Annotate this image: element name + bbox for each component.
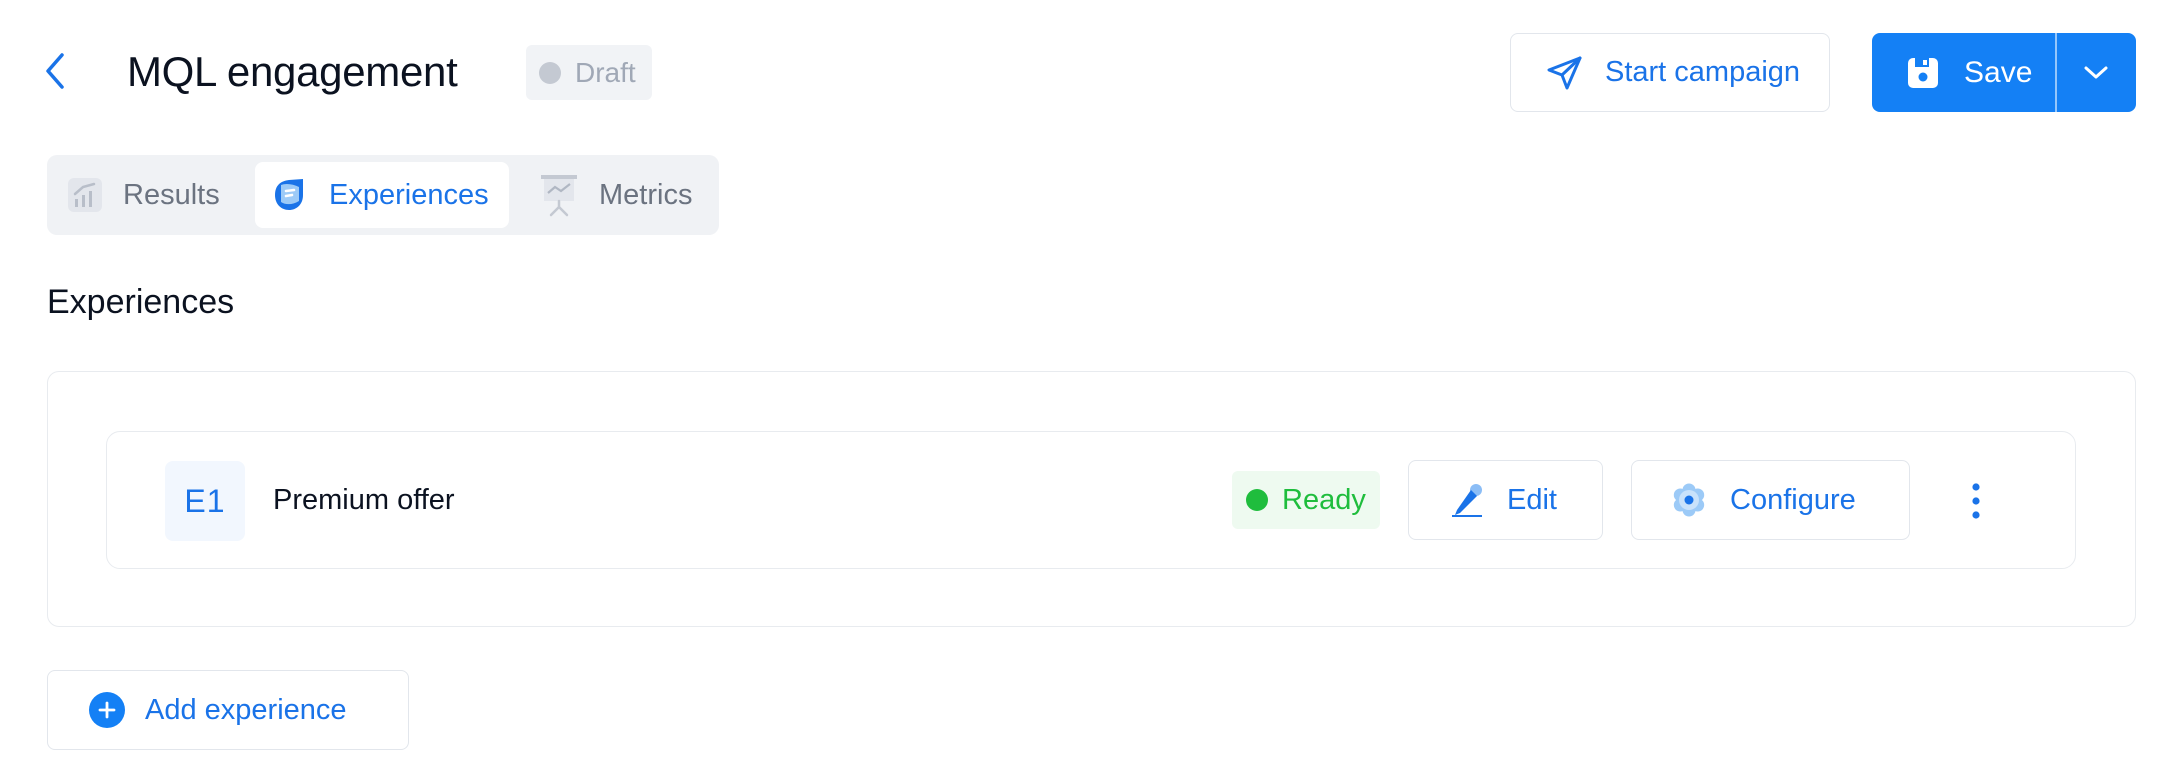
back-button[interactable] [34,50,76,92]
floppy-disk-icon [1908,57,1938,88]
experience-name: Premium offer [273,484,455,516]
status-badge-draft: Draft [526,45,652,100]
add-experience-button[interactable]: Add experience [47,670,409,750]
status-dot [1246,489,1268,511]
save-label: Save [1964,55,2033,89]
save-options-button[interactable] [2057,33,2137,112]
section-title: Experiences [47,283,235,321]
view-tabs: Results Experiences Metrics [47,155,719,235]
tab-experiences[interactable]: Experiences [255,162,509,228]
add-experience-label: Add experience [145,693,347,726]
chevron-left-icon [46,53,64,89]
more-options-button[interactable] [1958,476,1994,526]
tab-metrics-label: Metrics [599,178,693,211]
tab-experiences-label: Experiences [329,178,489,211]
campaign-page: MQL engagement Draft Start campaign Save [0,0,2170,776]
experience-code-badge: E1 [165,461,245,541]
save-button[interactable]: Save [1872,33,2055,112]
presentation-icon [541,175,577,217]
edit-button[interactable]: Edit [1408,460,1603,540]
send-icon [1547,56,1582,89]
tab-results[interactable]: Results [67,162,220,228]
start-campaign-button[interactable]: Start campaign [1510,33,1830,112]
tab-results-label: Results [123,178,220,211]
status-badge-ready: Ready [1232,471,1380,529]
chevron-down-icon [2084,66,2108,78]
configure-button[interactable]: Configure [1631,460,1910,540]
status-dot [539,61,561,84]
status-label: Ready [1282,483,1366,516]
experiences-icon [275,179,303,210]
more-vertical-icon [1972,483,1980,519]
chart-icon [68,178,102,212]
gear-icon [1673,483,1705,517]
page-title: MQL engagement [127,48,458,95]
start-campaign-label: Start campaign [1605,56,1801,88]
pen-icon [1452,484,1482,517]
edit-label: Edit [1507,483,1557,516]
plus-circle-icon [89,692,125,728]
tab-metrics[interactable]: Metrics [539,162,692,228]
status-label: Draft [575,56,636,88]
configure-label: Configure [1730,483,1856,516]
save-button-group: Save [1872,33,2136,112]
